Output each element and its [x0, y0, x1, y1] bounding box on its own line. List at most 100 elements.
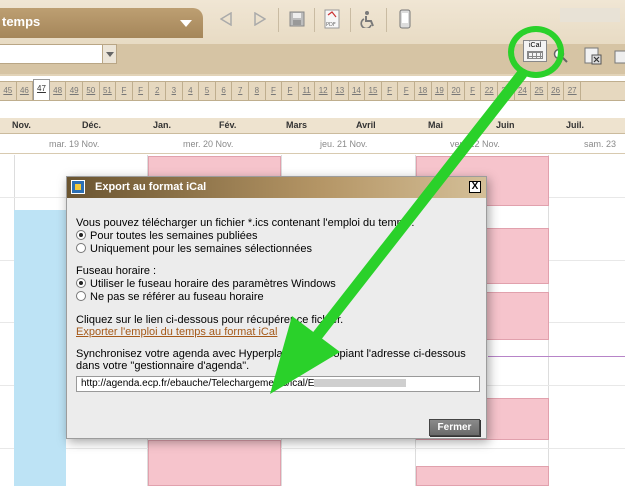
sync-instruction-2: dans votre "gestionnaire d'agenda".: [76, 360, 250, 372]
week-cell[interactable]: F: [282, 82, 299, 100]
week-cell[interactable]: 50: [83, 82, 100, 100]
month-label: Nov.: [12, 120, 31, 130]
week-cell[interactable]: 22: [481, 82, 498, 100]
dialog-titlebar[interactable]: Export au format iCal X: [67, 177, 486, 198]
week-cell[interactable]: 15: [365, 82, 382, 100]
highlight-circle: [508, 26, 564, 78]
option-selected-weeks[interactable]: Uniquement pour les semaines sélectionné…: [76, 243, 312, 255]
week-cell[interactable]: F: [382, 82, 399, 100]
ical-url-value: http://agenda.ecp.fr/ebauche/Telechargem…: [81, 378, 315, 389]
app-icon: [71, 180, 85, 194]
mobile-icon[interactable]: [396, 9, 414, 29]
month-label: Avril: [356, 120, 376, 130]
option-windows-timezone[interactable]: Utiliser le fuseau horaire des paramètre…: [76, 278, 336, 290]
week-cell[interactable]: 14: [349, 82, 366, 100]
close-button[interactable]: Fermer: [429, 419, 480, 436]
week-cell[interactable]: 6: [216, 82, 233, 100]
month-label: Mars: [286, 120, 308, 130]
option-all-weeks-label: Pour toutes les semaines publiées: [90, 230, 258, 242]
click-instruction: Cliquez sur le lien ci-dessous pour récu…: [76, 314, 344, 326]
toolbar-divider: [278, 8, 279, 32]
month-label: Mai: [428, 120, 444, 130]
back-arrow-icon[interactable]: [218, 9, 234, 29]
timetable-title: temps: [2, 14, 41, 29]
week-cell[interactable]: F: [133, 82, 150, 100]
day-header: jeu. 21 Nov.: [320, 139, 368, 149]
week-cell[interactable]: 12: [315, 82, 332, 100]
toolbar-divider: [350, 8, 351, 32]
option-no-timezone[interactable]: Ne pas se référer au fuseau horaire: [76, 291, 264, 303]
option-windows-timezone-label: Utiliser le fuseau horaire des paramètre…: [90, 278, 336, 290]
day-header: mar. 19 Nov.: [49, 139, 100, 149]
close-icon[interactable]: X: [469, 181, 481, 193]
accessibility-icon[interactable]: [358, 9, 378, 29]
week-cell[interactable]: 27: [564, 82, 581, 100]
month-label: Fév.: [219, 120, 237, 130]
forward-arrow-icon[interactable]: [252, 9, 268, 29]
month-strip: Nov. Déc. Jan. Fév. Mars Avril Mai Juin …: [0, 118, 625, 134]
week-cell[interactable]: 2: [149, 82, 166, 100]
dialog-title: Export au format iCal: [95, 181, 207, 193]
timetable-title-tab[interactable]: temps: [0, 8, 203, 38]
export-ical-link[interactable]: Exporter l'emploi du temps au format iCa…: [76, 326, 277, 338]
timezone-label: Fuseau horaire :: [76, 265, 157, 277]
week-strip: 45 46 47 48 49 50 51 F F 2 3 4 5 6 7 8 F F 11 12 13 14 15 F F 18 1…: [0, 79, 625, 101]
week-cell[interactable]: 49: [66, 82, 83, 100]
radio-checked-icon[interactable]: [76, 230, 86, 240]
week-cell[interactable]: 11: [299, 82, 316, 100]
day-header: sam. 23: [584, 139, 617, 149]
course-block[interactable]: [14, 210, 66, 486]
week-cell[interactable]: 18: [415, 82, 432, 100]
month-label: Jan.: [153, 120, 172, 130]
user-info-blurred: [560, 8, 620, 22]
resource-select[interactable]: [0, 44, 117, 64]
current-time-line: [488, 356, 625, 357]
week-cell[interactable]: 5: [199, 82, 216, 100]
export-excel-icon[interactable]: [582, 44, 604, 68]
week-cell[interactable]: 20: [448, 82, 465, 100]
week-cell[interactable]: 3: [166, 82, 183, 100]
week-cell[interactable]: 24: [515, 82, 532, 100]
ical-url-field[interactable]: http://agenda.ecp.fr/ebauche/Telechargem…: [76, 376, 480, 392]
week-cell[interactable]: F: [116, 82, 133, 100]
week-cell[interactable]: 8: [249, 82, 266, 100]
url-blurred-segment: [314, 379, 407, 387]
radio-unchecked-icon[interactable]: [76, 291, 86, 301]
week-cell[interactable]: 47: [33, 79, 50, 100]
toolbar-divider: [386, 8, 387, 32]
week-cell[interactable]: 7: [232, 82, 249, 100]
radio-unchecked-icon[interactable]: [76, 243, 86, 253]
chevron-down-icon[interactable]: [102, 45, 116, 63]
print-icon[interactable]: [610, 44, 625, 68]
course-block[interactable]: [148, 440, 281, 486]
week-cell[interactable]: 4: [183, 82, 200, 100]
week-cell[interactable]: 13: [332, 82, 349, 100]
radio-checked-icon[interactable]: [76, 278, 86, 288]
ical-export-dialog: Export au format iCal X Vous pouvez télé…: [66, 176, 487, 439]
week-cell[interactable]: 19: [432, 82, 449, 100]
week-cell[interactable]: 51: [100, 82, 117, 100]
pdf-icon[interactable]: PDF: [322, 9, 342, 29]
week-cell[interactable]: 48: [50, 82, 67, 100]
week-cell[interactable]: F: [398, 82, 415, 100]
option-all-weeks[interactable]: Pour toutes les semaines publiées: [76, 230, 258, 242]
toolbar-divider: [314, 8, 315, 32]
course-block[interactable]: [416, 466, 549, 486]
sync-instruction-1: Synchronisez votre agenda avec Hyperplan…: [76, 348, 466, 360]
intro-text: Vous pouvez télécharger un fichier *.ics…: [76, 217, 415, 229]
week-cell[interactable]: F: [266, 82, 283, 100]
day-header: mer. 20 Nov.: [183, 139, 234, 149]
week-cell[interactable]: 26: [548, 82, 565, 100]
save-icon[interactable]: [287, 9, 307, 29]
week-cell[interactable]: 45: [0, 82, 17, 100]
day-strip: mar. 19 Nov. mer. 20 Nov. jeu. 21 Nov. v…: [0, 134, 625, 154]
chevron-down-icon[interactable]: [180, 20, 192, 27]
week-cell[interactable]: 25: [531, 82, 548, 100]
option-no-timezone-label: Ne pas se référer au fuseau horaire: [90, 291, 264, 303]
month-label: Déc.: [82, 120, 102, 130]
week-cell[interactable]: 23: [498, 82, 515, 100]
month-label: Juil.: [566, 120, 585, 130]
week-cell[interactable]: F: [465, 82, 482, 100]
week-cell[interactable]: 46: [17, 82, 34, 100]
pdf-label: PDF: [326, 22, 336, 28]
